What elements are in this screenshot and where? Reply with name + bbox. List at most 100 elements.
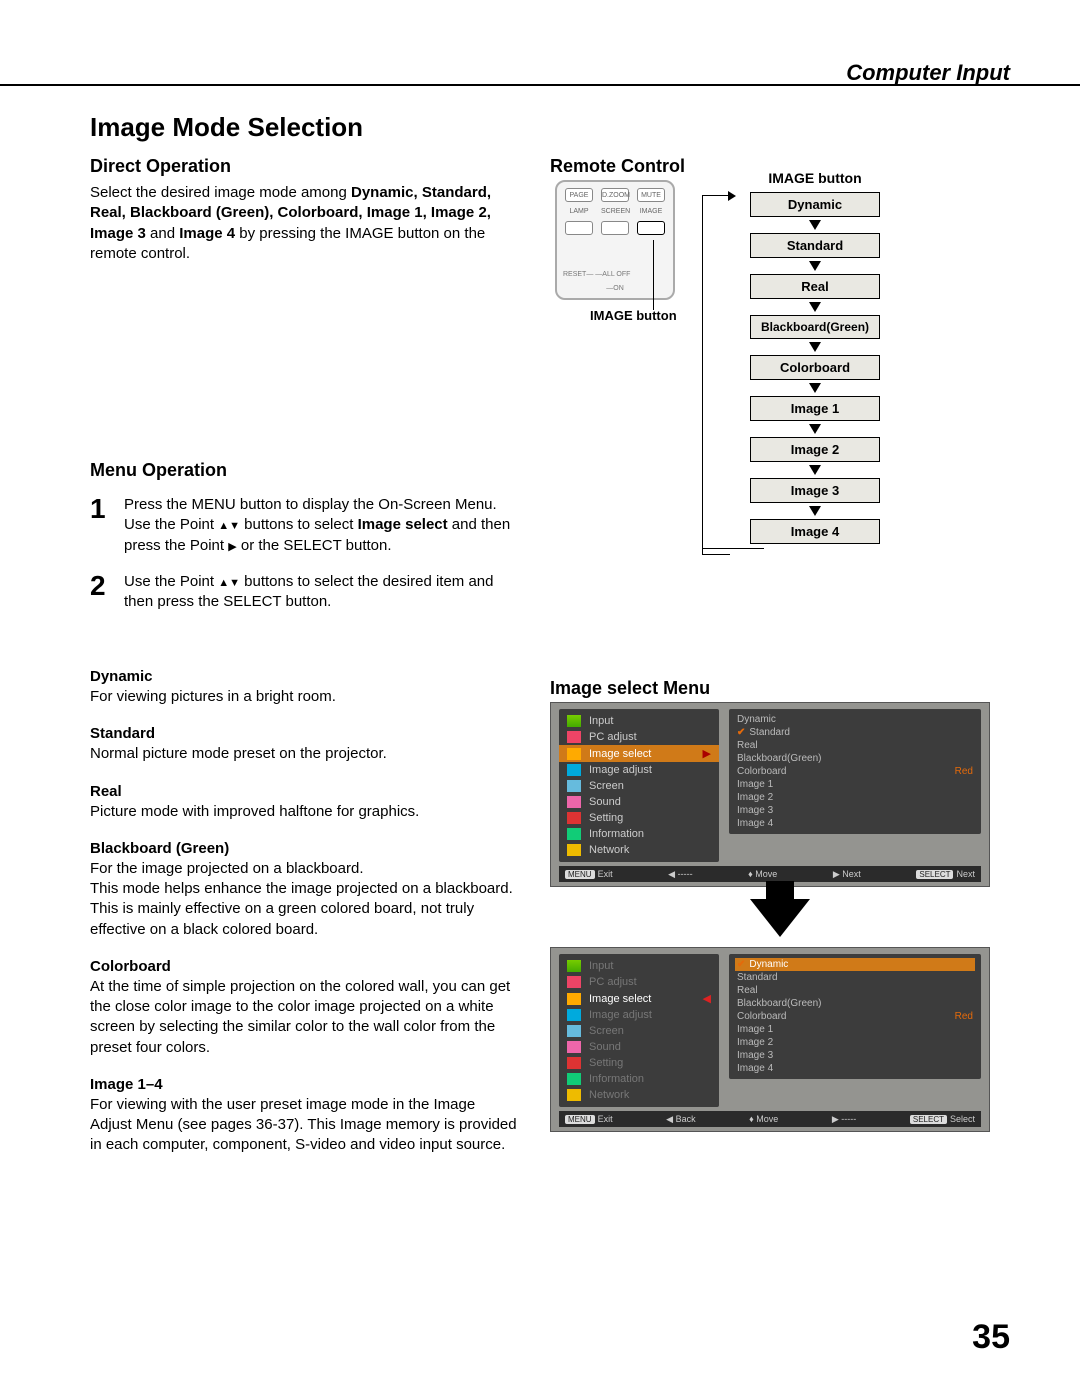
remote-btn-lamp xyxy=(565,221,593,235)
step-text-seg: Use the Point xyxy=(124,573,218,590)
step-text-bold: Image select xyxy=(358,516,448,533)
flow-box-dynamic: Dynamic xyxy=(750,192,880,217)
mode-desc: For the image projected on a blackboard.… xyxy=(90,859,520,940)
osd-item: Sound xyxy=(589,796,621,808)
osd-foot-select: Select xyxy=(950,1114,975,1124)
triangle-down-icon xyxy=(229,516,240,533)
osd-item: Setting xyxy=(589,812,623,824)
section-header: Computer Input xyxy=(846,60,1010,86)
direct-paragraph: Select the desired image mode among Dyna… xyxy=(90,183,520,264)
osd-main-menu: Input PC adjust Image select◀ Image adju… xyxy=(559,954,719,1107)
osd-foot-move: Move xyxy=(755,869,777,879)
image-select-icon xyxy=(567,748,581,760)
osd-submenu: ✔Dynamic Standard Real Blackboard(Green)… xyxy=(729,954,981,1079)
osd-opt: Image 3 xyxy=(737,1050,773,1061)
osd-opt: Standard xyxy=(737,972,778,983)
flow-box-real: Real xyxy=(750,274,880,299)
osd-opt: Image 2 xyxy=(737,792,773,803)
osd-item: PC adjust xyxy=(589,976,637,988)
mode-title-dynamic: Dynamic xyxy=(90,668,520,685)
screen-icon xyxy=(567,1025,581,1037)
flow-return-line-bottom xyxy=(702,548,764,549)
osd-item: Sound xyxy=(589,1041,621,1053)
osd-item: Setting xyxy=(589,1057,623,1069)
heading-menu: Menu Operation xyxy=(90,460,520,481)
osd-item: Image select xyxy=(589,748,651,760)
mode-title-blackboard: Blackboard (Green) xyxy=(90,840,520,857)
setting-icon xyxy=(567,1057,581,1069)
osd-opt: Real xyxy=(737,740,758,751)
image-button-flow: IMAGE button Dynamic Standard Real Black… xyxy=(730,170,900,544)
big-arrow-down-icon xyxy=(750,899,810,937)
triangle-down-icon xyxy=(229,573,240,590)
osd-item: PC adjust xyxy=(589,731,637,743)
osd-opt: Blackboard(Green) xyxy=(737,753,821,764)
osd-foot-selbtn: SELECT xyxy=(910,1115,947,1124)
osd-foot-next: ----- xyxy=(841,1114,856,1124)
osd-item: Screen xyxy=(589,780,624,792)
image-select-icon xyxy=(567,993,581,1005)
remote-lbl-image: IMAGE xyxy=(637,208,665,215)
flow-box-image1: Image 1 xyxy=(750,396,880,421)
step-number: 1 xyxy=(90,495,124,556)
mode-title-image14: Image 1–4 xyxy=(90,1076,520,1093)
sound-icon xyxy=(567,796,581,808)
step-1: 1 Press the MENU button to display the O… xyxy=(90,495,520,556)
page-number: 35 xyxy=(972,1318,1010,1357)
heading-remote: Remote Control xyxy=(550,156,685,177)
arrow-down-icon xyxy=(809,261,821,271)
osd-foot-move: Move xyxy=(756,1114,778,1124)
arrow-down-icon xyxy=(809,506,821,516)
step-text-seg: buttons to select xyxy=(240,516,358,533)
osd-item: Network xyxy=(589,1089,629,1101)
input-icon xyxy=(567,715,581,727)
triangle-right-icon xyxy=(228,537,236,554)
osd-opt: Real xyxy=(737,985,758,996)
step-text-seg: or the SELECT button. xyxy=(237,537,392,554)
flow-box-blackboard: Blackboard(Green) xyxy=(750,315,880,339)
step-number: 2 xyxy=(90,572,124,613)
input-icon xyxy=(567,960,581,972)
remote-lbl-screen: SCREEN xyxy=(601,208,629,215)
flow-box-standard: Standard xyxy=(750,233,880,258)
image-adjust-icon xyxy=(567,764,581,776)
osd-item: Image select xyxy=(589,993,651,1005)
osd-opt: Image 2 xyxy=(737,1037,773,1048)
osd-footer: MENUExit ◀ Back ♦ Move ▶ ----- SELECTSel… xyxy=(559,1111,981,1127)
arrow-down-icon xyxy=(809,465,821,475)
osd-foot-menu: MENU xyxy=(565,1115,595,1124)
screen-icon xyxy=(567,780,581,792)
page-title: Image Mode Selection xyxy=(90,112,363,143)
mode-title-colorboard: Colorboard xyxy=(90,958,520,975)
mode-desc: At the time of simple projection on the … xyxy=(90,977,520,1058)
setting-icon xyxy=(567,812,581,824)
remote-callout-line xyxy=(653,240,654,310)
triangle-up-icon xyxy=(218,573,229,590)
osd-main-menu: Input PC adjust Image select▶ Image adju… xyxy=(559,709,719,862)
step-text: Use the Point buttons to select the desi… xyxy=(124,572,520,613)
remote-btn-screen xyxy=(601,221,629,235)
osd-item: Input xyxy=(589,715,613,727)
check-icon: ✔ xyxy=(737,727,745,738)
remote-btn-page: PAGE xyxy=(565,188,593,202)
osd-submenu: Dynamic ✔Standard Real Blackboard(Green)… xyxy=(729,709,981,834)
osd-opt: Image 1 xyxy=(737,1024,773,1035)
mode-desc: Normal picture mode preset on the projec… xyxy=(90,744,520,764)
osd-opt: Colorboard xyxy=(737,1011,786,1022)
remote-control-figure: PAGE D.ZOOM MUTE LAMP SCREEN IMAGE RESET… xyxy=(555,180,675,300)
osd-item: Input xyxy=(589,960,613,972)
sound-icon xyxy=(567,1041,581,1053)
mode-descriptions: Dynamic For viewing pictures in a bright … xyxy=(90,668,520,1174)
flow-label: IMAGE button xyxy=(730,170,900,186)
mode-desc: For viewing pictures in a bright room. xyxy=(90,687,520,707)
osd-foot-select: Next xyxy=(956,869,975,879)
osd-opt: Image 1 xyxy=(737,779,773,790)
direct-text-before: Select the desired image mode among xyxy=(90,184,351,201)
osd-colorboard-value: Red xyxy=(955,1011,973,1022)
check-icon: ✔ xyxy=(737,959,745,970)
osd-foot-exit: Exit xyxy=(598,869,613,879)
heading-direct: Direct Operation xyxy=(90,156,520,177)
step-2: 2 Use the Point buttons to select the de… xyxy=(90,572,520,613)
direct-text-mid: and xyxy=(150,225,179,242)
mode-desc: For viewing with the user preset image m… xyxy=(90,1095,520,1156)
